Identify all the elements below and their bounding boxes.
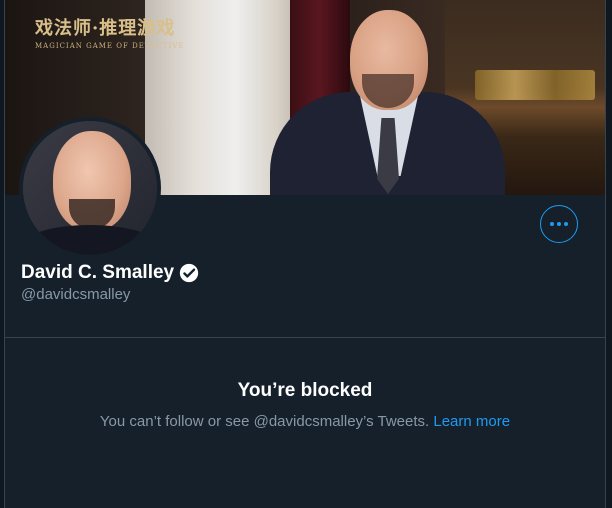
blocked-message: You can’t follow or see @davidcsmalley’s… <box>99 413 434 430</box>
blocked-title: You’re blocked <box>237 380 373 401</box>
display-name: David C. Smalley <box>21 262 175 283</box>
avatar-jacket <box>23 225 157 255</box>
banner-logo: 戏法师·推理游戏 MAGICIAN GAME OF DETECTIVE <box>35 14 185 50</box>
dot <box>557 222 561 226</box>
learn-more-link[interactable]: Learn more <box>433 413 510 430</box>
profile-handle: @davidcsmalley <box>21 286 131 303</box>
more-options-button[interactable] <box>540 205 578 243</box>
banner-logo-text: 戏法师·推理游戏 <box>35 18 176 39</box>
banner-logo-subtitle: MAGICIAN GAME OF DETECTIVE <box>35 42 185 50</box>
profile-name-row: David C. Smalley <box>21 262 200 284</box>
profile-panel: 戏法师·推理游戏 MAGICIAN GAME OF DETECTIVE Davi… <box>4 0 606 508</box>
avatar[interactable] <box>19 117 161 259</box>
blocked-message-row: You can’t follow or see @davidcsmalley’s… <box>5 413 605 430</box>
banner-ornaments <box>475 70 595 100</box>
verified-badge-icon <box>178 262 200 284</box>
dot <box>550 222 554 226</box>
section-divider <box>5 337 605 338</box>
outer-right-gutter <box>606 0 612 508</box>
more-horizontal-icon <box>550 222 568 226</box>
dot <box>564 222 568 226</box>
